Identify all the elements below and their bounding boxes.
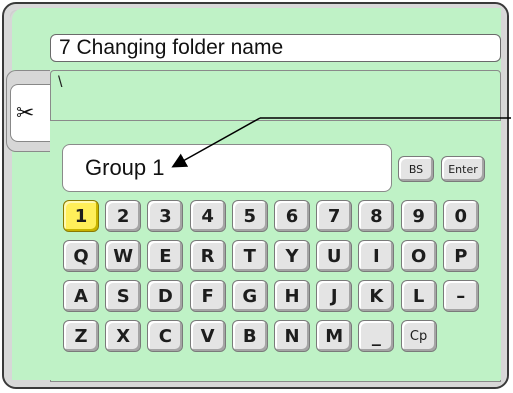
callout-pointer bbox=[171, 117, 511, 168]
callout-arrow bbox=[171, 117, 261, 168]
